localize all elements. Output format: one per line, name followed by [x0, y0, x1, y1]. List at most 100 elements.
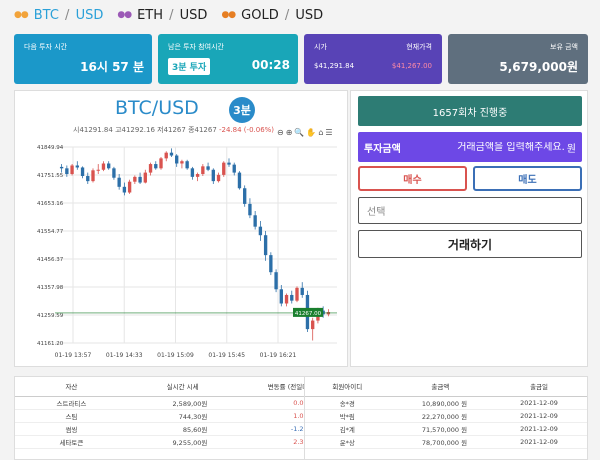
current-label: 현재가격: [406, 43, 432, 51]
withdraw-row: 김*계 71,570,000 원 2021-12-09: [305, 422, 587, 436]
chart-interval-badge: 3분: [229, 97, 255, 123]
member-id: 김*계: [305, 422, 390, 436]
open-price: $41,291.84: [314, 62, 355, 70]
current-price: $41,267.00: [391, 62, 432, 70]
candle-body: [290, 294, 294, 301]
trade-button[interactable]: 거래하기: [358, 230, 582, 258]
open-label: 시가: [314, 43, 327, 51]
candle-body: [206, 166, 210, 170]
withdraw-date: 2021-12-09: [491, 409, 587, 423]
remaining-value: 00:28: [251, 58, 290, 72]
candle-body: [159, 158, 163, 169]
chart-title: BTC/USD: [115, 97, 199, 119]
withdraw-table-panel: 회원아이디 출금액 출금일 송*경 10,890,000 원 2021-12-09 박…: [304, 376, 588, 460]
withdraw-date: 2021-12-09: [491, 396, 587, 410]
y-tick-label: 41357.98: [37, 285, 64, 291]
candle-body: [80, 167, 85, 177]
candle-body: [122, 186, 127, 193]
menu-icon[interactable]: ☰: [325, 128, 332, 137]
x-tick-label: 01-19 14:33: [106, 352, 143, 359]
remaining-label: 남은 투자 참여시간: [168, 43, 224, 51]
asset-name: 스팀: [15, 409, 128, 423]
candle-body: [101, 163, 106, 170]
candle-body: [201, 166, 205, 175]
tab-gold-usd[interactable]: ●● GOLD / USD: [221, 8, 323, 23]
candle-body: [127, 181, 132, 193]
zoom-in-icon[interactable]: ⊕: [286, 128, 293, 137]
magnifier-icon[interactable]: 🔍: [294, 128, 304, 137]
pan-hand-icon[interactable]: ✋: [306, 128, 316, 137]
candle-body: [211, 169, 215, 182]
balance-label: 보유 금액: [550, 43, 578, 51]
y-tick-label: 41161.20: [37, 341, 64, 347]
candle-body: [59, 166, 64, 169]
ohlc-values: 시41291.84 고41292.16 저41267 종41267: [73, 126, 217, 134]
chart-panel: BTC/USD 3분 시41291.84 고41292.16 저41267 종4…: [14, 90, 348, 367]
current-price-tag-label: 41267.00: [295, 311, 322, 317]
col-price: 실시간 시세: [127, 377, 238, 397]
y-tick-label: 41751.55: [37, 173, 64, 179]
candle-body: [164, 152, 168, 159]
y-tick-label: 41849.94: [37, 145, 64, 151]
zoom-out-icon[interactable]: ⊖: [277, 128, 284, 137]
candle-body: [133, 176, 137, 182]
withdraw-row: 윤*상 78,700,000 원 2021-12-09: [305, 435, 587, 449]
withdraw-amount: 78,700,000 원: [389, 435, 492, 449]
eth-icon: ●●: [117, 10, 132, 20]
tab-base: GOLD: [241, 7, 279, 23]
withdraw-amount: 71,570,000 원: [389, 422, 492, 436]
candle-body: [169, 152, 174, 156]
candle-body: [248, 203, 252, 216]
x-tick-label: 01-19 15:09: [157, 352, 194, 359]
candle-body: [263, 235, 268, 256]
x-tick-label: 01-19 13:57: [55, 352, 92, 359]
candle-body: [195, 174, 200, 177]
asset-row[interactable]: 스트라티스2,589,00원0.00 % ▲: [15, 396, 347, 410]
candle-body: [86, 176, 90, 182]
balance-value: 5,679,000원: [499, 60, 578, 74]
next-time-value: 16시 57 분: [80, 60, 144, 74]
candle-body: [148, 164, 153, 173]
chart-toolbar: ⊖ ⊕ 🔍 ✋ ⌂ ☰: [277, 128, 333, 137]
option-select[interactable]: 선택: [358, 197, 582, 224]
col-withdraw-date: 출금일: [491, 377, 587, 397]
x-tick-label: 01-19 16:21: [260, 352, 297, 359]
col-withdraw-amount: 출금액: [389, 377, 492, 397]
candle-body: [284, 294, 289, 304]
member-id: 박*림: [305, 409, 390, 423]
remaining-time-card: 남은 투자 참여시간 3분 투자 00:28: [158, 34, 298, 84]
withdraw-date: 2021-12-09: [491, 435, 587, 449]
amount-input[interactable]: [406, 141, 565, 153]
remaining-badge: 3분 투자: [168, 58, 211, 75]
home-icon[interactable]: ⌂: [318, 128, 323, 137]
candle-body: [117, 177, 121, 187]
asset-row[interactable]: 스팀744,30원1.02 % ▲: [15, 409, 347, 423]
order-panel: 1657회차 진행중 투자금액 원 매수 매도 선택 거래하기: [350, 90, 588, 367]
candle-body: [91, 170, 95, 182]
candle-body: [311, 320, 315, 330]
buy-button[interactable]: 매수: [358, 166, 467, 191]
col-asset: 자산: [15, 377, 128, 397]
tab-quote: USD: [75, 7, 104, 23]
price-card: 시가 현재가격 $41,291.84 $41,267.00: [304, 34, 442, 84]
tab-eth-usd[interactable]: ●● ETH / USD: [117, 8, 207, 23]
candle-body: [138, 176, 142, 183]
assets-table-panel: 자산 실시간 시세 변동률 (전일대비) 스트라티스 2,589,00원 0.00 …: [14, 376, 348, 460]
candle-body: [295, 287, 299, 301]
asset-row[interactable]: 썸씽85,60원-1.21 % ▼: [15, 422, 347, 436]
round-status: 1657회차 진행중: [358, 96, 582, 126]
candle-body: [185, 161, 189, 169]
y-tick-label: 41653.16: [37, 201, 64, 207]
candle-body: [279, 289, 283, 304]
candlestick-chart[interactable]: 41849.94 41751.55 41653.16 41554.77 41456.37…: [15, 137, 349, 367]
asset-price: 85,60원: [127, 422, 238, 436]
candle-body: [107, 163, 111, 169]
tab-base: BTC: [33, 7, 59, 23]
withdraw-amount: 10,890,000 원: [389, 396, 492, 410]
amount-label: 투자금액: [364, 143, 401, 155]
tab-btc-usd[interactable]: ●● BTC / USD: [14, 8, 103, 23]
member-id: 송*경: [305, 396, 390, 410]
sell-button[interactable]: 매도: [473, 166, 582, 191]
asset-row[interactable]: 세타토큰9,255,00원2.38 % ▲: [15, 435, 347, 449]
candle-body: [243, 188, 247, 204]
